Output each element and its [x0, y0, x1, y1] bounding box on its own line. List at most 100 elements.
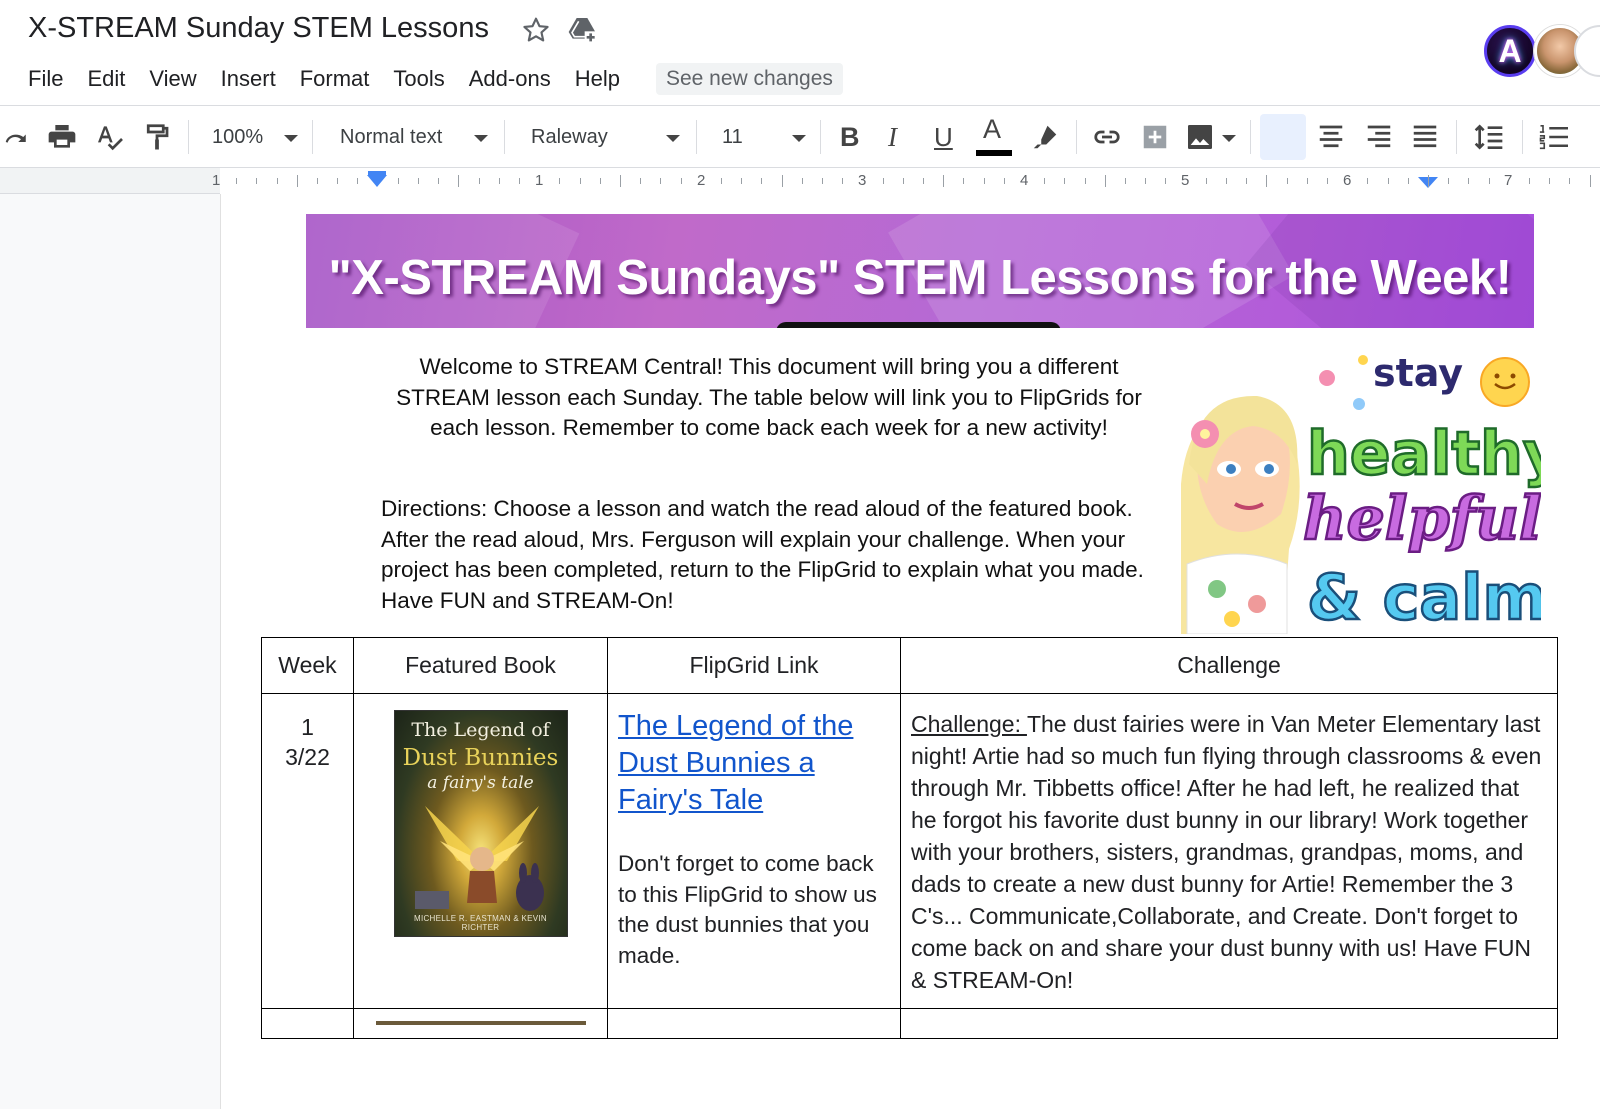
ruler-tick	[1064, 178, 1066, 184]
menu-format[interactable]: Format	[288, 62, 382, 96]
ruler-tick	[1569, 178, 1571, 184]
menu-edit[interactable]: Edit	[75, 62, 137, 96]
highlight-color-button[interactable]	[1030, 106, 1060, 168]
insert-comment-button[interactable]	[1140, 106, 1170, 168]
document-title[interactable]: X-STREAM Sunday STEM Lessons	[28, 12, 489, 45]
book-cover-image[interactable]	[375, 1021, 586, 1025]
ruler-label: 7	[1504, 172, 1513, 189]
ruler-tick	[1589, 175, 1591, 187]
ruler-tick	[559, 178, 561, 184]
highlighter-icon	[1033, 125, 1057, 149]
insert-link-button[interactable]	[1090, 106, 1124, 168]
ruler-tick	[1407, 178, 1409, 184]
ruler-tick	[680, 178, 682, 184]
ruler-tick	[256, 178, 258, 184]
style-dropdown-icon[interactable]	[474, 135, 488, 142]
toolbar-separator	[820, 120, 821, 154]
week-number: 1	[301, 714, 314, 740]
align-justify-icon	[1413, 125, 1437, 148]
link-icon	[1094, 130, 1120, 144]
flipgrid-lesson-link[interactable]: The Legend of the Dust Bunnies a Fairy's…	[618, 708, 890, 819]
see-new-changes-button[interactable]: See new changes	[655, 63, 843, 95]
sticker-text-stay: stay	[1373, 351, 1463, 395]
ruler-tick	[943, 175, 945, 187]
font-size-dropdown-icon[interactable]	[792, 135, 806, 142]
paragraph-style-select[interactable]: Normal text	[340, 106, 442, 168]
menu-help[interactable]: Help	[563, 62, 632, 96]
ruler-tick	[1226, 178, 1227, 184]
horizontal-ruler[interactable]: 1 1 2 3 4 5 6 7	[0, 168, 1600, 194]
ruler-tick	[1044, 178, 1046, 184]
ruler-tick	[579, 178, 581, 184]
ruler-tick	[1104, 175, 1106, 187]
menu-file[interactable]: File	[16, 62, 75, 96]
sticker-text-calm: & calm	[1307, 561, 1541, 634]
banner-dark-bar	[776, 322, 1061, 328]
ruler-tick	[902, 178, 904, 184]
font-size-select[interactable]: 11	[722, 106, 743, 168]
document-page[interactable]: "X-STREAM Sundays" STEM Lessons for the …	[220, 194, 1600, 1109]
print-button[interactable]	[46, 106, 78, 168]
spellcheck-button[interactable]	[94, 106, 126, 168]
ruler-tick	[1165, 178, 1167, 184]
ruler-tick	[337, 178, 339, 184]
zoom-dropdown-icon[interactable]	[284, 135, 298, 142]
ruler-tick	[660, 178, 662, 184]
image-dropdown-icon[interactable]	[1222, 135, 1236, 142]
menu-tools[interactable]: Tools	[381, 62, 456, 96]
book-cover-image[interactable]: The Legend of Dust Bunnies a fairy's tal…	[393, 710, 568, 937]
toolbar-separator	[312, 120, 313, 154]
featured-book-cell	[353, 1008, 608, 1039]
book-subtitle: a fairy's tale	[427, 773, 534, 793]
ruler-tick	[761, 178, 763, 184]
menu-insert[interactable]: Insert	[209, 62, 288, 96]
underline-button[interactable]: U	[934, 106, 953, 168]
ruler-tick	[983, 178, 985, 184]
zoom-select[interactable]: 100%	[212, 106, 263, 168]
ruler-page-area	[220, 168, 1600, 194]
ruler-tick	[1286, 178, 1288, 184]
ruler-tick	[781, 175, 783, 187]
bold-button[interactable]: B	[840, 106, 860, 168]
star-icon[interactable]	[520, 14, 552, 46]
ruler-tick	[1246, 178, 1248, 184]
font-select[interactable]: Raleway	[531, 106, 608, 168]
ruler-tick	[1549, 178, 1551, 184]
text-color-button[interactable]: A	[976, 106, 1012, 168]
lessons-table: Week Featured Book FlipGrid Link Challen…	[261, 637, 1558, 1039]
align-right-icon	[1367, 125, 1391, 148]
ruler-tick	[438, 178, 440, 184]
text-color-icon: A	[983, 114, 1002, 144]
book-authors: MICHELLE R. EASTMAN & KEVIN RICHTER	[413, 914, 548, 932]
align-right-button[interactable]	[1364, 106, 1394, 168]
font-dropdown-icon[interactable]	[666, 135, 680, 142]
ruler-tick	[963, 178, 965, 184]
toolbar-separator	[1456, 120, 1457, 154]
toolbar-separator	[696, 120, 697, 154]
redo-button[interactable]	[2, 106, 32, 168]
move-to-drive-icon[interactable]	[566, 14, 598, 46]
line-spacing-button[interactable]	[1472, 106, 1506, 168]
paint-format-icon	[146, 124, 169, 150]
ruler-tick	[397, 178, 399, 184]
stay-healthy-sticker-image: stay healthy helpful & calm	[1181, 351, 1541, 634]
menu-add-ons[interactable]: Add-ons	[457, 62, 563, 96]
justify-button[interactable]	[1410, 106, 1440, 168]
italic-button[interactable]: I	[888, 106, 897, 168]
ruler-tick	[923, 178, 924, 184]
ruler-tick	[317, 178, 318, 184]
welcome-paragraph: Welcome to STREAM Central! This document…	[396, 354, 1142, 440]
collaborator-avatar-a[interactable]: A	[1484, 25, 1536, 77]
insert-image-button[interactable]	[1184, 106, 1216, 168]
paint-format-button[interactable]	[142, 106, 172, 168]
ruler-tick	[519, 178, 520, 184]
ruler-tick	[842, 178, 844, 184]
menu-bar: File Edit View Insert Format Tools Add-o…	[16, 62, 843, 96]
align-center-button[interactable]	[1316, 106, 1346, 168]
book-title-line2: Dust Bunnies	[402, 745, 559, 771]
week-cell	[261, 1008, 354, 1039]
left-indent-marker[interactable]	[367, 175, 387, 187]
menu-view[interactable]: View	[137, 62, 208, 96]
numbered-list-button[interactable]	[1538, 106, 1568, 168]
image-icon	[1188, 125, 1212, 149]
